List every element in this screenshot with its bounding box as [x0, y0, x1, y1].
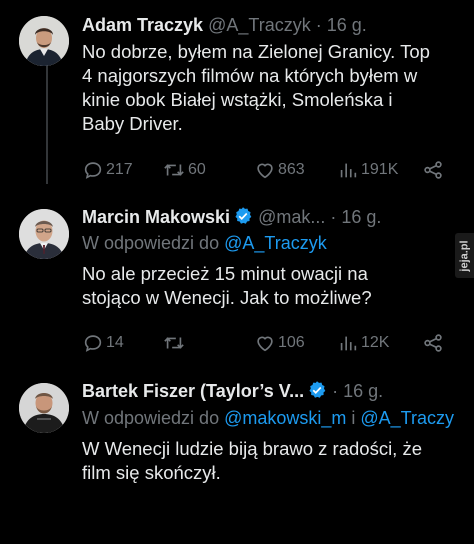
retweet-count: 60 — [188, 161, 206, 178]
avatar[interactable] — [19, 209, 69, 259]
tweet-text-line: film się skończył. — [82, 462, 221, 483]
watermark-text: jeja.pl — [459, 239, 471, 272]
replying-to: W odpowiedzi do @makowski_m i @A_Traczy — [82, 407, 454, 429]
share-icon — [424, 161, 442, 179]
retweet-icon — [164, 164, 184, 176]
author-name[interactable]: Adam Traczyk — [82, 15, 203, 35]
retweet-icon — [164, 337, 184, 349]
tweet-header: Bartek Fiszer (Taylor’s V... · 16 g. — [82, 380, 383, 402]
action-bar: 217 60 863 191K — [82, 158, 452, 182]
views-icon — [340, 336, 357, 351]
views-button[interactable]: 191K — [337, 159, 398, 181]
replying-to-join: i — [346, 408, 361, 428]
retweet-button[interactable]: 60 — [162, 159, 206, 181]
replying-to-prefix: W odpowiedzi do — [82, 233, 225, 253]
views-icon — [340, 163, 357, 178]
timestamp[interactable]: 16 g. — [343, 381, 383, 401]
like-count: 863 — [278, 161, 305, 178]
replying-to-prefix: W odpowiedzi do — [82, 408, 225, 428]
separator-dot: · — [315, 15, 322, 35]
author-name[interactable]: Bartek Fiszer (Taylor’s V... — [82, 381, 304, 401]
views-count: 12K — [361, 334, 390, 351]
tweet-text-line: W Wenecji ludzie biją brawo z radości, ż… — [82, 438, 422, 459]
watermark: jeja.pl — [455, 233, 474, 278]
timestamp[interactable]: 16 g. — [341, 207, 381, 227]
retweet-button[interactable] — [162, 332, 188, 354]
reply-count: 14 — [106, 334, 124, 351]
share-button[interactable] — [422, 159, 444, 181]
tweet-text-line: kinie obok Białej wstążki, Smoleńska i — [82, 89, 393, 110]
tweet-header: Marcin Makowski @mak... · 16 g. — [82, 206, 381, 228]
mention-link[interactable]: @A_Traczy — [360, 408, 454, 428]
tweet-text: No ale przecież 15 minut owacji na stoją… — [82, 262, 372, 310]
action-bar: 14 106 12K — [82, 331, 452, 355]
tweet-text-line: stojąco w Wenecji. Jak to możliwe? — [82, 287, 372, 308]
like-count: 106 — [278, 334, 305, 351]
avatar[interactable] — [19, 16, 69, 66]
tweet-text-line: 4 najgorszych filmów na których byłem w — [82, 65, 418, 86]
verified-badge-icon — [309, 381, 326, 398]
mention-link[interactable]: @makowski_m — [224, 408, 346, 428]
reply-count: 217 — [106, 161, 133, 178]
separator-dot: · — [332, 381, 339, 401]
views-count: 191K — [361, 161, 399, 178]
reply-button[interactable]: 217 — [82, 159, 133, 181]
reply-button[interactable]: 14 — [82, 332, 124, 354]
thread-line — [46, 64, 48, 184]
mention-link[interactable]: @A_Traczyk — [224, 233, 327, 253]
share-button[interactable] — [422, 332, 444, 354]
tweet-text-line: No dobrze, byłem na Zielonej Granicy. To… — [82, 41, 430, 62]
replying-to: W odpowiedzi do @A_Traczyk — [82, 232, 327, 254]
tweet-text-line: Baby Driver. — [82, 113, 183, 134]
avatar[interactable] — [19, 383, 69, 433]
tweet-text: No dobrze, byłem na Zielonej Granicy. To… — [82, 40, 430, 136]
like-button[interactable]: 863 — [254, 159, 305, 181]
views-button[interactable]: 12K — [337, 332, 389, 354]
like-icon — [257, 163, 273, 179]
timestamp[interactable]: 16 g. — [327, 15, 367, 35]
like-button[interactable]: 106 — [254, 332, 305, 354]
author-name[interactable]: Marcin Makowski — [82, 207, 230, 227]
reply-icon — [84, 162, 102, 179]
verified-badge-icon — [235, 207, 252, 224]
tweet-text-line: No ale przecież 15 minut owacji na — [82, 263, 368, 284]
author-handle[interactable]: @A_Traczyk — [208, 15, 311, 35]
tweet-text: W Wenecji ludzie biją brawo z radości, ż… — [82, 437, 422, 485]
reply-icon — [84, 335, 102, 352]
share-icon — [424, 334, 442, 352]
tweet-header: Adam Traczyk @A_Traczyk · 16 g. — [82, 14, 367, 36]
like-icon — [257, 336, 273, 352]
separator-dot: · — [330, 207, 337, 227]
author-handle[interactable]: @mak... — [258, 207, 325, 227]
